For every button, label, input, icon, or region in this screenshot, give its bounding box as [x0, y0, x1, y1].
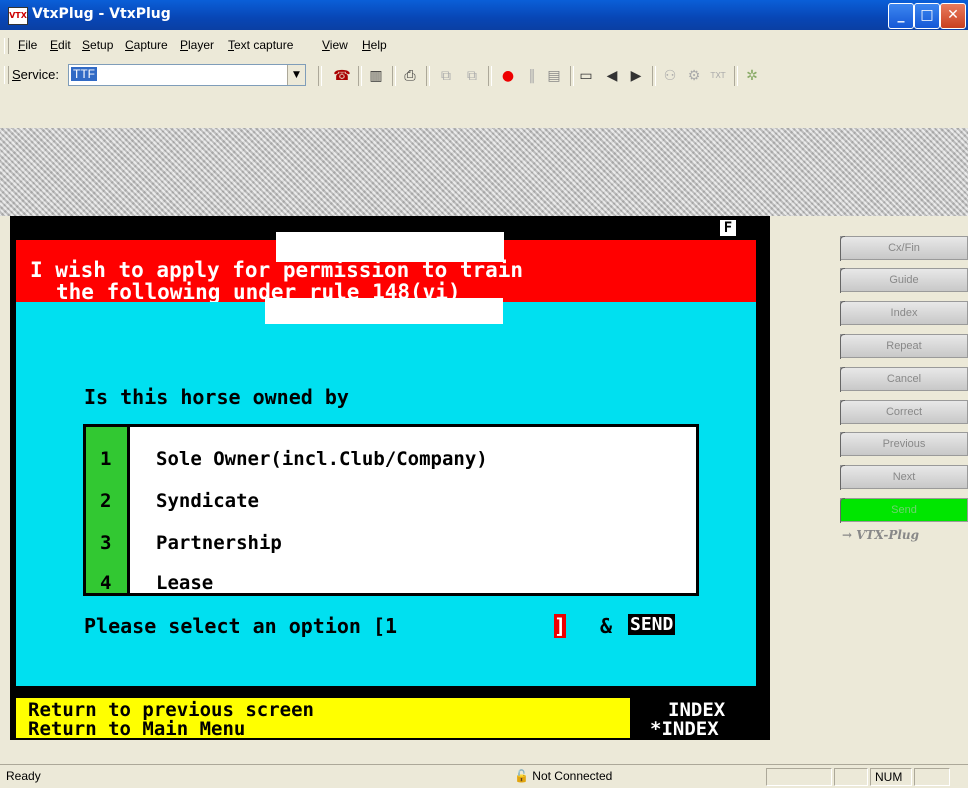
guide-button[interactable]: Guide	[840, 268, 968, 293]
correct-button[interactable]: Correct	[840, 400, 968, 425]
text-icon[interactable]: TXT	[708, 66, 728, 86]
paste-icon[interactable]: ⧉	[462, 66, 482, 86]
status-ready: Ready	[6, 769, 41, 783]
toolbar-separator	[426, 66, 430, 86]
menu-file[interactable]: File	[18, 38, 37, 52]
vtx-plug-logo-text: VTX-Plug	[856, 528, 920, 542]
minimize-icon: _	[897, 7, 905, 23]
option-4-label[interactable]: Lease	[156, 572, 213, 594]
lock-icon: 🔓	[514, 769, 529, 783]
toolbar-separator	[358, 66, 362, 86]
previous-button[interactable]: Previous	[840, 432, 968, 457]
menu-grip[interactable]	[4, 38, 9, 54]
option-3-number[interactable]: 3	[100, 532, 111, 554]
option-4-number[interactable]: 4	[100, 572, 111, 594]
print-icon[interactable]: ⎙	[400, 66, 420, 86]
index-button[interactable]: Index	[840, 301, 968, 326]
record-icon[interactable]: ●	[498, 66, 518, 86]
status-bar: Ready 🔓 Not Connected NUM	[0, 764, 968, 788]
toolbar-separator	[392, 66, 396, 86]
menu-text-capture[interactable]: Text capture	[228, 38, 293, 52]
vtx-app-icon[interactable]: VTX	[8, 7, 28, 25]
frame-active-icon[interactable]: ▭	[576, 66, 596, 86]
book-icon[interactable]: ▥	[366, 66, 386, 86]
footer-main-index-key[interactable]: *INDEX	[650, 718, 719, 740]
menu-setup[interactable]: Setup	[82, 38, 113, 52]
toolbar-separator	[734, 66, 738, 86]
close-button[interactable]: ✕	[940, 3, 966, 29]
flag-indicator: F	[720, 220, 736, 236]
next-icon[interactable]: ▶	[626, 66, 646, 86]
header-line-1: I wish to apply for permission to train	[30, 258, 524, 282]
send-key-label[interactable]: SEND	[628, 614, 676, 635]
status-cell-blank-1	[766, 768, 832, 786]
prev-icon[interactable]: ◀	[602, 66, 622, 86]
connection-status: Not Connected	[532, 769, 613, 783]
phone-icon[interactable]: ☎	[332, 66, 352, 86]
copy-icon[interactable]: ⧉	[436, 66, 456, 86]
menu-view[interactable]: View	[322, 38, 348, 52]
close-icon: ✕	[947, 7, 959, 23]
cxfin-button[interactable]: Cx/Fin	[840, 236, 968, 261]
input-cursor[interactable]: ]	[554, 614, 566, 638]
banner-texture	[0, 128, 968, 216]
toolbar-separator	[652, 66, 656, 86]
option-1-label[interactable]: Sole Owner(incl.Club/Company)	[156, 448, 488, 470]
option-2-number[interactable]: 2	[100, 490, 111, 512]
send-button[interactable]: Send	[840, 498, 968, 523]
menu-edit[interactable]: Edit	[50, 38, 71, 52]
pause-icon[interactable]: ‖	[522, 66, 542, 86]
connection-status-cell: 🔓 Not Connected	[510, 768, 766, 786]
toolbar-separator	[570, 66, 574, 86]
select-prompt: Please select an option [1	[84, 614, 398, 638]
minimize-button[interactable]: _	[888, 3, 914, 29]
service-select[interactable]: TTF ▼	[68, 64, 306, 86]
toolbar-separator	[318, 66, 322, 86]
users-icon[interactable]: ⚇	[660, 66, 680, 86]
prompt-ampersand: &	[600, 614, 613, 638]
status-cell-blank-3	[914, 768, 950, 786]
chevron-down-icon[interactable]: ▼	[287, 65, 305, 85]
toolbar-grip[interactable]	[4, 66, 9, 84]
bug-icon[interactable]: ✲	[742, 66, 762, 86]
option-1-number[interactable]: 1	[100, 448, 111, 470]
window-title: VtxPlug - VtxPlug	[32, 6, 171, 22]
repeat-button[interactable]: Repeat	[840, 334, 968, 359]
menu-capture[interactable]: Capture	[125, 38, 168, 52]
maximize-button[interactable]: □	[914, 3, 940, 29]
menu-bar: File Edit Setup Capture Player Text capt…	[0, 30, 968, 61]
option-2-label[interactable]: Syndicate	[156, 490, 259, 512]
next-button[interactable]: Next	[840, 465, 968, 490]
footer-main-menu-text[interactable]: Return to Main Menu	[28, 718, 245, 740]
menu-help[interactable]: Help	[362, 38, 387, 52]
vtx-plug-logo: → VTX-Plug	[842, 528, 920, 542]
title-bar[interactable]: VTX VtxPlug - VtxPlug _ □ ✕	[0, 0, 968, 30]
frame-icon[interactable]: ▤	[544, 66, 564, 86]
menu-player[interactable]: Player	[180, 38, 214, 52]
option-3-label[interactable]: Partnership	[156, 532, 282, 554]
maximize-icon: □	[920, 7, 934, 23]
question-text: Is this horse owned by	[84, 385, 349, 409]
toolbar: Service: TTF ▼	[0, 60, 968, 90]
service-label: Service:	[12, 67, 59, 82]
capture-icon[interactable]: ⚙	[684, 66, 704, 86]
toolbar-separator	[488, 66, 492, 86]
num-lock-indicator: NUM	[870, 768, 912, 786]
cancel-button[interactable]: Cancel	[840, 367, 968, 392]
status-cell-blank-2	[834, 768, 868, 786]
header-highlight-bottom	[265, 298, 503, 324]
service-value: TTF	[71, 67, 97, 81]
